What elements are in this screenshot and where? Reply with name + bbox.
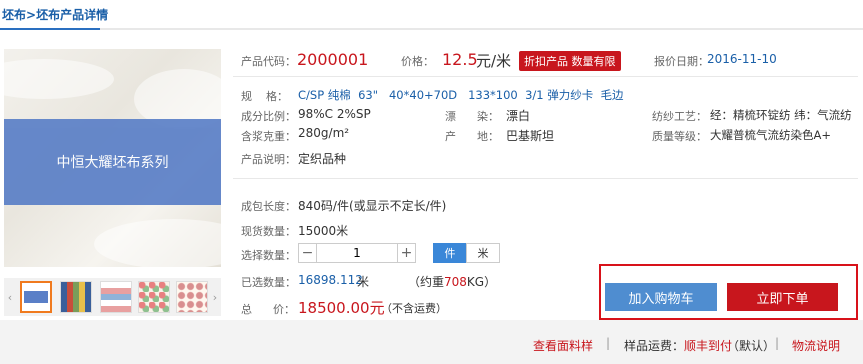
logistics-link[interactable]: 物流说明 <box>792 337 840 354</box>
qty-minus-button[interactable]: − <box>299 244 317 262</box>
composition-value: 98%C 2%SP <box>298 107 371 121</box>
add-to-cart-button[interactable]: 加入购物车 <box>605 283 717 311</box>
weight-label: 含浆克重： <box>241 130 296 143</box>
shipping-value: 顺丰到付 <box>684 339 733 353</box>
date-label: 报价日期： <box>654 55 709 68</box>
breadcrumb-root[interactable]: 坯布 <box>2 8 26 22</box>
footer-divider: | <box>775 336 780 350</box>
thumbnail-item[interactable] <box>20 281 52 313</box>
quote-date: 2016-11-10 <box>707 52 777 66</box>
shipping-label: 样品运费： <box>624 339 685 353</box>
shipping-default: （默认） <box>727 339 776 353</box>
buy-now-button[interactable]: 立即下单 <box>727 283 838 311</box>
select-qty-label: 选择数量： <box>241 249 296 262</box>
spinning-label: 纺纱工艺： <box>652 110 707 123</box>
quality-label: 质量等级： <box>652 130 707 143</box>
thumb-prev-icon[interactable]: ‹ <box>4 278 16 316</box>
breadcrumb-current[interactable]: 坯布产品详情 <box>36 8 108 22</box>
stock-label: 现货数量： <box>241 225 296 238</box>
footer-divider: | <box>606 336 611 350</box>
unit-piece-button[interactable]: 件 <box>433 243 467 263</box>
total-label: 总 价： <box>241 303 295 316</box>
product-banner: 中恒大耀坯布系列 <box>4 119 221 205</box>
product-main-image: 中恒大耀坯布系列 <box>4 49 221 267</box>
divider <box>233 76 858 77</box>
selected-label: 已选数量： <box>241 276 296 289</box>
pack-label: 成包长度： <box>241 200 296 213</box>
approx-weight: （约重708KG） <box>408 275 497 289</box>
view-sample-link[interactable]: 查看面料样 <box>533 337 593 354</box>
breadcrumb-underline <box>0 28 863 30</box>
origin-label: 产 地： <box>445 130 499 143</box>
total-price: 18500.00元 <box>298 299 385 317</box>
total-note: （不含运费） <box>381 302 447 315</box>
price-value: 12.5 <box>442 50 478 69</box>
origin-value: 巴基斯坦 <box>506 129 555 143</box>
qty-plus-button[interactable]: + <box>397 244 415 262</box>
thumbnail-item[interactable] <box>100 281 132 313</box>
thumbnail-item[interactable] <box>138 281 170 313</box>
spinning-value: 经：精梳环锭纺 纬：气流纺 <box>710 108 852 122</box>
desc-label: 产品说明： <box>241 153 296 166</box>
quality-value: 大耀普梳气流纺染色A+ <box>710 128 832 142</box>
product-code: 2000001 <box>297 50 369 69</box>
spec-label: 规 格： <box>241 90 288 103</box>
composition-label: 成分比例： <box>241 110 296 123</box>
thumbnail-strip: ‹ › <box>4 278 221 316</box>
weight-value: 280g/m² <box>298 126 350 140</box>
desc-value: 定织品种 <box>298 152 347 166</box>
breadcrumb-separator: > <box>26 8 37 22</box>
quantity-stepper: − + <box>298 243 416 263</box>
spec-value: C/SP 纯棉 63" 40*40+70D 133*100 3/1 弹力纱卡 毛… <box>298 88 624 102</box>
thumbnail-item[interactable] <box>60 281 92 313</box>
price-label: 价格： <box>401 55 434 68</box>
breadcrumb: 坯布>坯布产品详情 <box>2 6 108 23</box>
bleach-value: 漂白 <box>506 109 531 123</box>
thumbnail-item[interactable] <box>176 281 208 313</box>
pack-value: 840码/件(或显示不定长/件) <box>298 199 447 213</box>
price-unit: 元/米 <box>476 52 512 70</box>
unit-meter-button[interactable]: 米 <box>466 243 500 263</box>
bleach-label: 漂 染： <box>445 110 499 123</box>
stock-value: 15000米 <box>298 224 349 238</box>
selected-value: 16898.112 <box>298 273 363 287</box>
divider <box>233 178 858 179</box>
thumb-next-icon[interactable]: › <box>209 278 221 316</box>
selected-unit: 米 <box>357 275 370 289</box>
code-label: 产品代码： <box>241 55 296 68</box>
banner-text: 中恒大耀坯布系列 <box>56 155 169 171</box>
promo-tag: 折扣产品 数量有限 <box>519 51 621 71</box>
qty-input[interactable] <box>317 244 397 262</box>
